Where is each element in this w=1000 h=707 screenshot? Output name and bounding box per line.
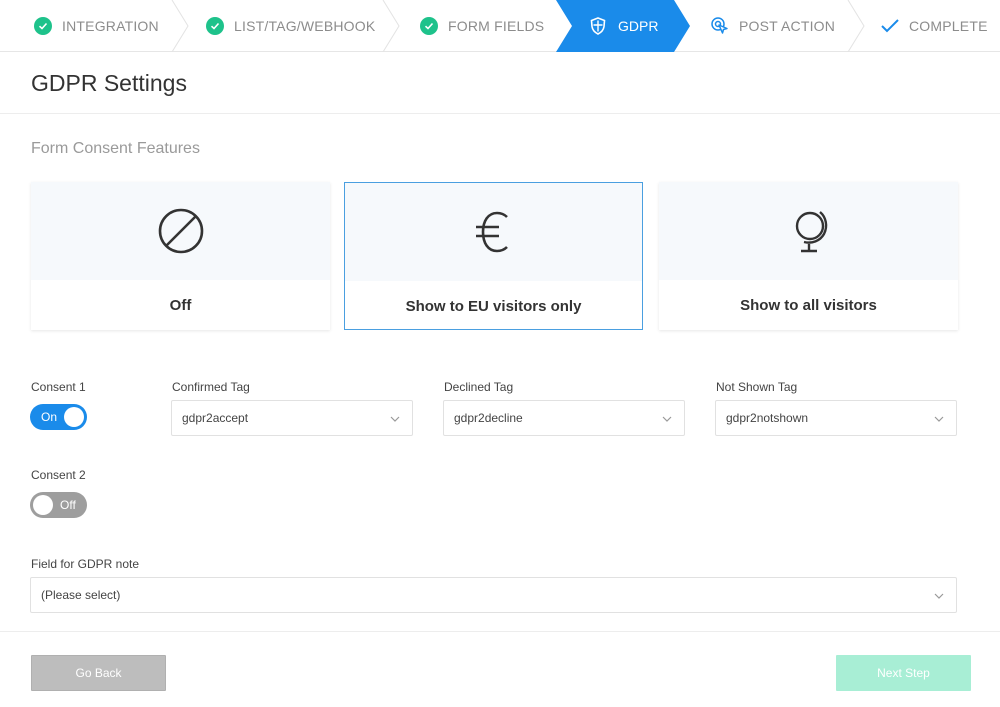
step-post-action[interactable]: POST ACTION xyxy=(710,0,835,52)
check-circle-icon xyxy=(206,17,224,35)
divider xyxy=(0,113,1000,114)
toggle-text: On xyxy=(41,410,58,424)
toggle-knob xyxy=(33,495,53,515)
consent-option-eu[interactable]: Show to EU visitors only xyxy=(344,182,643,330)
step-label: COMPLETE xyxy=(909,18,988,34)
step-label: GDPR xyxy=(618,18,659,34)
card-icon-area xyxy=(659,182,958,280)
confirmed-tag-label: Confirmed Tag xyxy=(172,380,250,394)
step-complete[interactable]: COMPLETE xyxy=(880,0,988,52)
next-step-button[interactable]: Next Step xyxy=(836,655,971,691)
select-value: gdpr2notshown xyxy=(726,411,809,425)
shield-icon xyxy=(590,17,606,35)
declined-tag-select[interactable]: gdpr2decline xyxy=(443,400,685,436)
not-shown-tag-select[interactable]: gdpr2notshown xyxy=(715,400,957,436)
checkmark-icon xyxy=(880,16,900,36)
gdpr-note-label: Field for GDPR note xyxy=(31,557,140,571)
step-label: LIST/TAG/WEBHOOK xyxy=(234,18,376,34)
globe-icon xyxy=(795,211,827,253)
check-circle-icon xyxy=(34,17,52,35)
chevron-down-icon xyxy=(390,416,400,422)
select-value: gdpr2decline xyxy=(454,411,523,425)
chevron-down-icon xyxy=(934,416,944,422)
section-title: Form Consent Features xyxy=(31,140,200,157)
consent2-toggle[interactable]: Off xyxy=(30,492,87,518)
step-list-tag-webhook[interactable]: LIST/TAG/WEBHOOK xyxy=(206,0,375,52)
consent-option-off[interactable]: Off xyxy=(31,182,330,330)
check-circle-icon xyxy=(420,17,438,35)
step-separator xyxy=(382,0,400,52)
card-label: Show to EU visitors only xyxy=(405,297,582,315)
step-label: POST ACTION xyxy=(739,18,836,34)
chevron-down-icon xyxy=(934,593,944,599)
card-icon-area xyxy=(31,182,330,280)
step-integration[interactable]: INTEGRATION xyxy=(34,0,159,52)
prohibited-icon xyxy=(158,208,203,254)
go-back-button[interactable]: Go Back xyxy=(31,655,166,691)
step-separator xyxy=(171,0,189,52)
card-label: Show to all visitors xyxy=(740,296,877,314)
divider xyxy=(0,631,1000,632)
consent1-label: Consent 1 xyxy=(31,380,86,394)
consent-option-all[interactable]: Show to all visitors xyxy=(659,182,958,330)
step-separator xyxy=(847,0,865,52)
gdpr-note-select[interactable]: (Please select) xyxy=(30,577,957,613)
toggle-knob xyxy=(64,407,84,427)
consent1-toggle[interactable]: On xyxy=(30,404,87,430)
step-gdpr[interactable]: GDPR xyxy=(556,0,690,52)
step-form-fields[interactable]: FORM FIELDS xyxy=(420,0,544,52)
select-value: gdpr2accept xyxy=(182,411,249,425)
page-title: GDPR Settings xyxy=(31,70,187,96)
declined-tag-label: Declined Tag xyxy=(444,380,514,394)
card-label: Off xyxy=(169,296,192,314)
toggle-text: Off xyxy=(60,498,76,512)
select-value: (Please select) xyxy=(41,588,121,602)
pointer-click-icon xyxy=(710,16,730,36)
chevron-down-icon xyxy=(662,416,672,422)
euro-icon xyxy=(475,211,508,253)
consent2-label: Consent 2 xyxy=(31,468,86,482)
step-label: INTEGRATION xyxy=(62,18,159,34)
step-label: FORM FIELDS xyxy=(448,18,545,34)
card-icon-area xyxy=(345,183,642,281)
confirmed-tag-select[interactable]: gdpr2accept xyxy=(171,400,413,436)
not-shown-tag-label: Not Shown Tag xyxy=(716,380,798,394)
wizard-stepper: INTEGRATION LIST/TAG/WEBHOOK FORM FIELDS… xyxy=(0,0,1000,52)
